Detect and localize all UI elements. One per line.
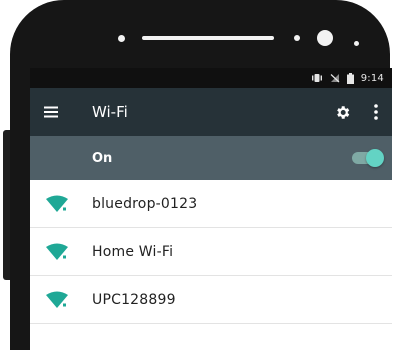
wifi-toggle-row[interactable]: On (30, 136, 392, 180)
gear-icon[interactable] (330, 100, 354, 124)
wifi-signal-icon (30, 291, 92, 309)
light-sensor (294, 35, 300, 41)
status-time: 9:14 (360, 72, 384, 84)
wifi-signal-icon (30, 195, 92, 213)
proximity-sensor (118, 35, 125, 42)
device-frame: 9:14 Wi-Fi On bluedrop-0123 Home Wi-Fi U… (0, 0, 400, 350)
network-item[interactable]: bluedrop-0123 (30, 180, 392, 228)
phone-screen: 9:14 Wi-Fi On bluedrop-0123 Home Wi-Fi U… (30, 68, 392, 350)
network-item[interactable]: Home Wi-Fi (30, 228, 392, 276)
network-ssid: Home Wi-Fi (92, 243, 174, 260)
app-bar: Wi-Fi (30, 88, 392, 136)
battery-icon (346, 72, 354, 84)
wifi-toggle-switch[interactable] (352, 149, 384, 167)
network-list: bluedrop-0123 Home Wi-Fi UPC128899 (30, 180, 392, 324)
no-signal-icon (330, 73, 340, 83)
earpiece-speaker (142, 36, 274, 40)
more-options-icon[interactable] (368, 100, 384, 124)
wifi-signal-icon (30, 243, 92, 261)
switch-thumb (366, 149, 384, 167)
front-camera (317, 30, 333, 46)
vibrate-icon (311, 73, 323, 83)
network-item[interactable]: UPC128899 (30, 276, 392, 324)
status-bar: 9:14 (30, 68, 392, 88)
network-ssid: bluedrop-0123 (92, 195, 198, 212)
indicator-sensor (354, 41, 359, 46)
wifi-status-label: On (92, 150, 113, 166)
menu-icon[interactable] (44, 100, 68, 124)
network-ssid: UPC128899 (92, 291, 176, 308)
page-title: Wi-Fi (92, 103, 128, 121)
